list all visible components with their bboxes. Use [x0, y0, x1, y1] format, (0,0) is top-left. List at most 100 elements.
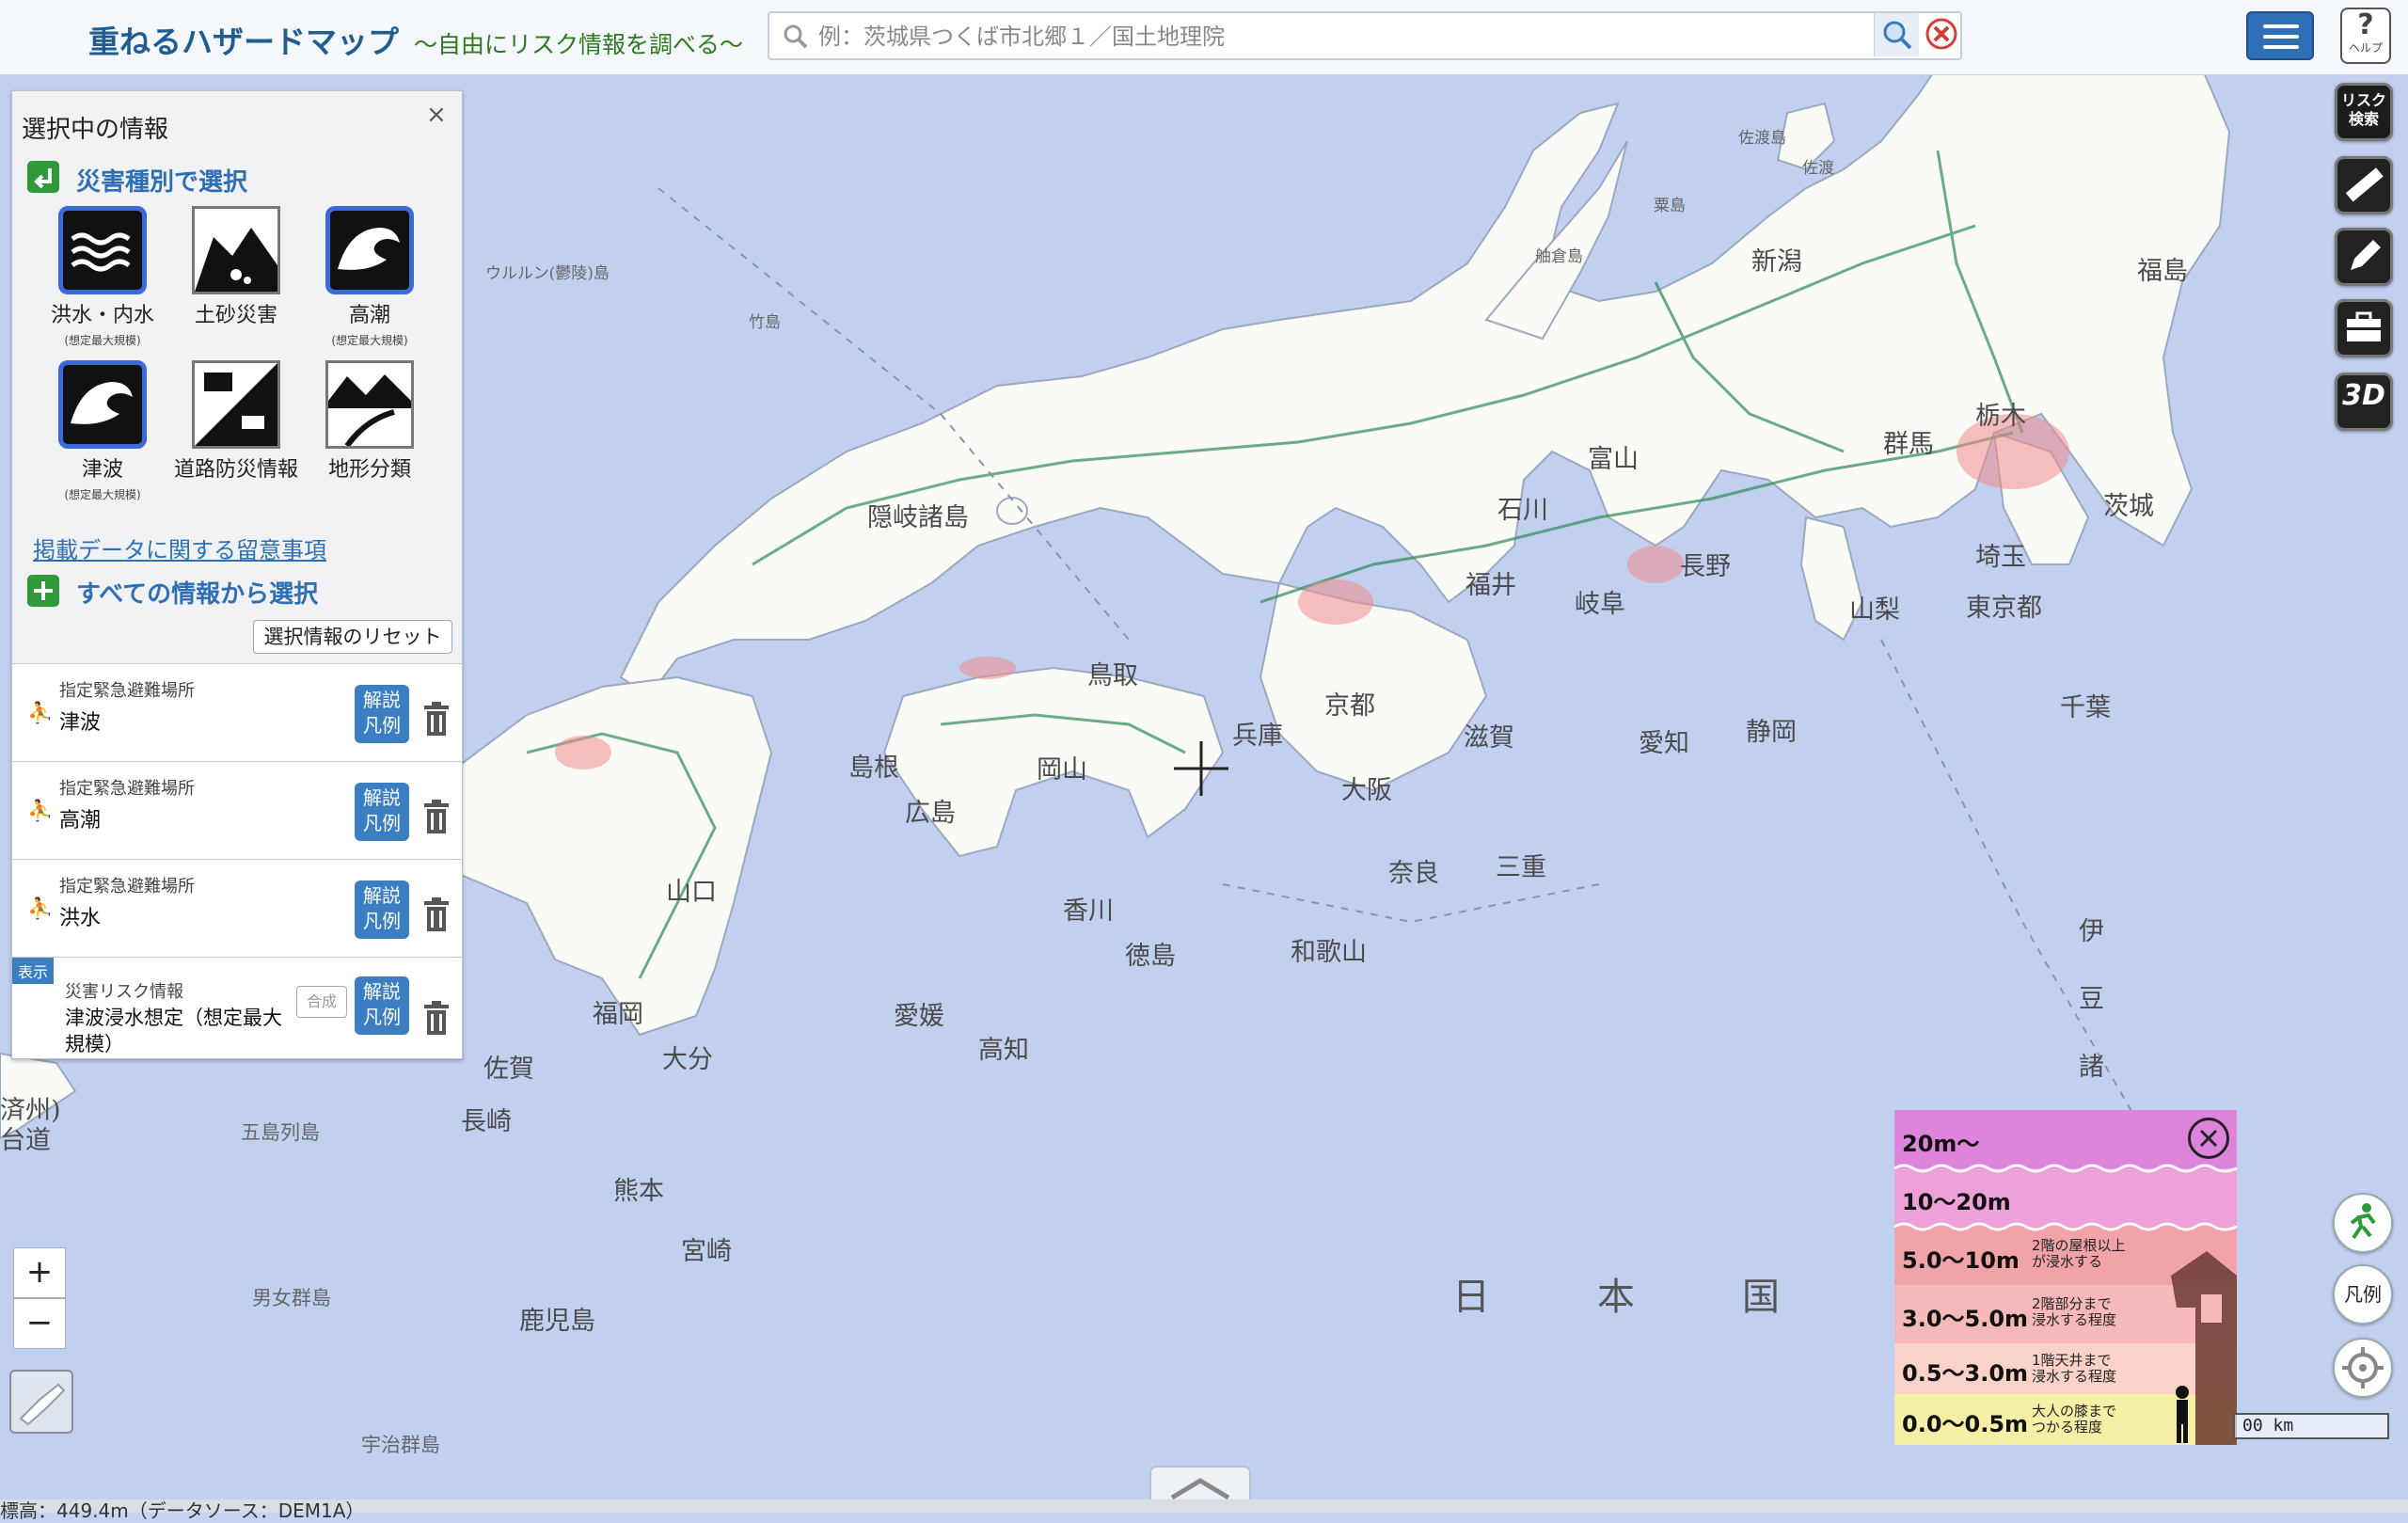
- sea-label: 日: [1452, 1276, 1490, 1319]
- region-label: 静岡: [1746, 718, 1797, 747]
- zoom-in-button[interactable]: +: [13, 1247, 66, 1298]
- region-label: 宮崎: [681, 1237, 732, 1266]
- ruler-icon: [2345, 167, 2384, 202]
- basemap-switch-button[interactable]: [9, 1370, 73, 1434]
- legend-btn-line: 解説: [363, 884, 401, 907]
- hazard-flood[interactable]: 洪水・内水 (想定最大規模): [37, 206, 168, 348]
- region-label: 京都: [1324, 691, 1375, 721]
- island-label: 舳倉島: [1535, 247, 1583, 266]
- back-arrow-icon[interactable]: [27, 161, 59, 193]
- plus-icon: [34, 581, 53, 600]
- hazard-label: 高潮: [348, 304, 390, 327]
- layer-item[interactable]: ⛹ 指定緊急避難場所 洪水 解説 凡例: [12, 859, 462, 957]
- search-box: [768, 11, 1962, 60]
- draw-tool-button[interactable]: [2335, 228, 2393, 286]
- region-label: 伊: [2079, 917, 2104, 946]
- menu-button[interactable]: [2246, 11, 2314, 60]
- tsunami-depth-legend: 20m～ 10～20m 5.0～10m 2階の屋根以上 が浸水する 3.0～5.…: [1894, 1110, 2237, 1445]
- layer-legend-button[interactable]: 解説 凡例: [355, 685, 409, 743]
- region-label: 茨城: [2103, 492, 2154, 521]
- region-label: 豆: [2079, 985, 2104, 1014]
- app-subtitle: ～自由にリスク情報を調べる～: [414, 31, 744, 58]
- hazard-landslide[interactable]: 土砂災害: [170, 206, 302, 332]
- region-label: 富山: [1588, 445, 1639, 474]
- panel-title: 選択中の情報: [22, 116, 169, 144]
- zoom-out-button[interactable]: −: [13, 1298, 66, 1349]
- region-label: 福井: [1465, 571, 1516, 600]
- risk-search-button[interactable]: リスク検索: [2335, 83, 2393, 141]
- layer-legend-button[interactable]: 解説 凡例: [355, 880, 409, 939]
- island-label: ウルルン(鬱陵)島: [485, 264, 610, 283]
- region-label: 鳥取: [1087, 661, 1138, 690]
- legend-btn-line: 凡例: [363, 910, 401, 932]
- trash-icon[interactable]: [422, 800, 451, 835]
- sea-label: 国: [1742, 1276, 1780, 1319]
- layer-legend-button[interactable]: 解説 凡例: [355, 976, 409, 1035]
- help-button[interactable]: ? ヘルプ: [2340, 8, 2391, 64]
- add-icon[interactable]: [27, 575, 59, 607]
- region-label: 山口: [666, 878, 717, 907]
- hazard-road-disaster[interactable]: 道路防災情報: [170, 360, 302, 483]
- toolbox-button[interactable]: [2335, 299, 2393, 357]
- region-label: 島根: [848, 754, 899, 783]
- reset-selection-button[interactable]: 選択情報のリセット: [253, 620, 452, 654]
- pencil-icon: [2351, 240, 2381, 270]
- layer-name: 津波: [59, 711, 102, 735]
- region-label: 高知: [978, 1036, 1029, 1065]
- hazard-tsunami[interactable]: 津波 (想定最大規模): [37, 360, 168, 502]
- evacuation-site-icon: ⛹: [27, 800, 54, 823]
- hazard-landform[interactable]: 地形分類: [304, 360, 436, 483]
- layer-category: 災害リスク情報: [65, 982, 183, 1002]
- island-label: 五島列島: [241, 1121, 320, 1144]
- region-label: 埼玉: [1975, 543, 2026, 572]
- map-crosshair: [1174, 741, 1228, 796]
- region-label: 大阪: [1341, 776, 1392, 805]
- 3d-view-button[interactable]: 3D: [2335, 373, 2393, 431]
- trash-icon[interactable]: [422, 897, 451, 933]
- question-icon: ?: [2357, 8, 2374, 41]
- search-button[interactable]: [1874, 13, 1919, 56]
- briefcase-icon: [2347, 311, 2381, 341]
- region-label: 長野: [1680, 552, 1731, 581]
- legend-toggle-button[interactable]: 凡例: [2333, 1264, 2393, 1325]
- risk-search-label: リスク検索: [2340, 91, 2386, 128]
- search-input[interactable]: [816, 19, 1879, 55]
- trash-icon[interactable]: [422, 1001, 451, 1037]
- legend-btn-line: 凡例: [363, 812, 401, 834]
- display-badge: 表示: [12, 958, 55, 984]
- section-hazard-type[interactable]: 災害種別で選択: [76, 163, 247, 198]
- panel-close-button[interactable]: ×: [426, 101, 447, 129]
- trash-icon[interactable]: [422, 702, 451, 738]
- island-label: 粟島: [1654, 197, 1686, 215]
- region-label: 福岡: [593, 1000, 643, 1029]
- layer-item[interactable]: ⛹ 指定緊急避難場所 高潮 解説 凡例: [12, 761, 462, 859]
- region-label: 兵庫: [1232, 722, 1283, 751]
- measure-tool-button[interactable]: [2335, 156, 2393, 214]
- composite-button[interactable]: 合成: [296, 986, 347, 1018]
- island-label: 宇治群島: [361, 1434, 440, 1456]
- risk-layer-item[interactable]: 表示 災害リスク情報 津波浸水想定（想定最大 規模） 合成 解説 凡例: [12, 957, 462, 1058]
- app-title[interactable]: 重ねるハザードマップ: [88, 17, 399, 62]
- app-header: 重ねるハザードマップ ～自由にリスク情報を調べる～ ? ヘルプ: [0, 0, 2408, 75]
- hazard-label: 洪水・内水: [50, 304, 154, 327]
- evacuation-button[interactable]: [2333, 1193, 2393, 1253]
- close-icon: [2199, 1129, 2218, 1148]
- hazard-storm-surge[interactable]: 高潮 (想定最大規模): [304, 206, 436, 348]
- sea-label: 本: [1597, 1276, 1635, 1319]
- close-icon: [1925, 18, 1957, 50]
- island-label: 佐渡: [1802, 159, 1834, 178]
- region-label: 愛知: [1639, 729, 1689, 758]
- layer-legend-button[interactable]: 解説 凡例: [355, 783, 409, 841]
- current-location-button[interactable]: [2333, 1338, 2393, 1398]
- search-icon: [1883, 21, 1912, 50]
- region-label: 佐賀: [483, 1055, 534, 1084]
- region-label: 台道: [0, 1126, 51, 1155]
- data-notice-link[interactable]: 掲載データに関する留意事項: [33, 531, 326, 564]
- flood-icon: [58, 206, 147, 294]
- clear-search-button[interactable]: [1923, 15, 1960, 53]
- region-label: 岐阜: [1575, 590, 1625, 619]
- layer-item[interactable]: ⛹ 指定緊急避難場所 津波 解説 凡例: [12, 663, 462, 761]
- legend-close-button[interactable]: [2188, 1118, 2229, 1159]
- region-label: 福島: [2137, 257, 2188, 286]
- section-all-info[interactable]: すべての情報から選択: [76, 575, 318, 610]
